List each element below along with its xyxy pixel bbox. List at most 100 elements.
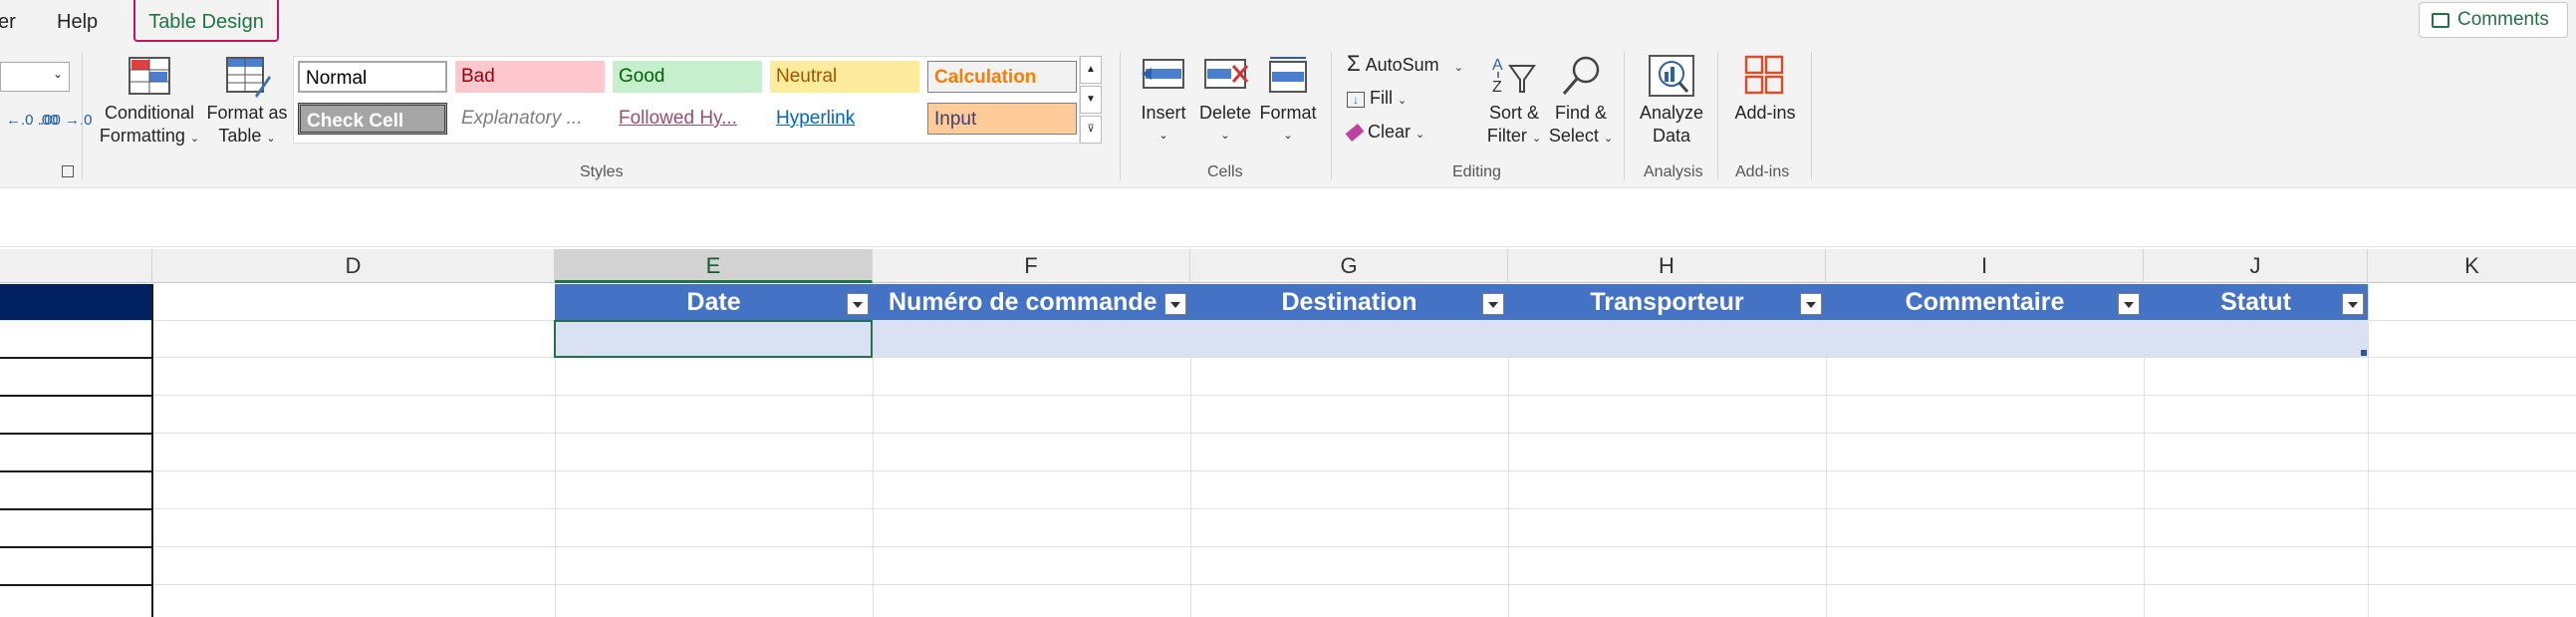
- editing-group-label: Editing: [1452, 163, 1501, 180]
- cells-group-label: Cells: [1207, 163, 1243, 180]
- filter-dropdown-icon[interactable]: [1800, 293, 1822, 315]
- divider: [1811, 52, 1812, 179]
- column-header-g[interactable]: G: [1190, 249, 1508, 283]
- fill-label: Fill: [1370, 88, 1394, 108]
- find-select-label-2: Select: [1548, 126, 1599, 146]
- gallery-more-icon[interactable]: ⊽: [1080, 116, 1102, 144]
- cell-border: [0, 508, 151, 510]
- comments-button[interactable]: Comments: [2419, 2, 2568, 38]
- addins-icon: [1744, 55, 1784, 95]
- table-header-label: Numéro de commande: [889, 288, 1158, 316]
- gallery-down-icon[interactable]: ▼: [1080, 86, 1102, 114]
- delete-button[interactable]: Delete ⌄: [1197, 52, 1253, 152]
- column-header-e[interactable]: E: [555, 249, 873, 283]
- sort-filter-icon: A Z: [1492, 57, 1536, 96]
- conditional-formatting-label-2: Formatting: [99, 126, 185, 146]
- comments-label: Comments: [2457, 9, 2549, 30]
- delete-label: Delete: [1198, 103, 1252, 123]
- chevron-down-icon: ⌄: [1453, 62, 1463, 74]
- decrease-decimal-button[interactable]: .00 →.0: [40, 112, 93, 129]
- worksheet-grid[interactable]: Date Numéro de commande Destination Tran…: [0, 284, 2576, 617]
- style-neutral[interactable]: Neutral: [770, 61, 919, 93]
- format-as-table-label-1: Format as: [206, 103, 288, 123]
- cell-styles-gallery: Normal Bad Good Neutral Calculation Chec…: [293, 56, 1080, 144]
- ribbon: er Help Table Design Comments ⌄ ←.0 .00 …: [0, 0, 2576, 187]
- chevron-down-icon: ⌄: [189, 133, 200, 145]
- partial-header-cell[interactable]: [0, 284, 151, 320]
- filter-dropdown-icon[interactable]: [1164, 293, 1186, 315]
- conditional-formatting-button[interactable]: Conditional Formatting ⌄: [98, 52, 201, 152]
- tab-partial[interactable]: er: [0, 0, 16, 44]
- table-header-statut[interactable]: Statut: [2144, 284, 2368, 320]
- addins-label: Add-ins: [1734, 103, 1796, 123]
- style-check-cell[interactable]: Check Cell: [298, 103, 447, 135]
- style-followed-hyperlink[interactable]: Followed Hy...: [613, 103, 762, 135]
- active-cell-e[interactable]: [554, 320, 873, 358]
- table-header-transporteur[interactable]: Transporteur: [1508, 284, 1826, 320]
- table-header-commentaire[interactable]: Commentaire: [1826, 284, 2144, 320]
- formula-bar[interactable]: [0, 187, 2576, 247]
- format-cells-icon: [1269, 57, 1307, 93]
- divider: [1331, 52, 1332, 179]
- chevron-down-icon: ⌄: [1531, 133, 1542, 145]
- search-icon: [1562, 56, 1600, 95]
- insert-cells-icon: [1142, 59, 1184, 89]
- column-header-h[interactable]: H: [1508, 249, 1826, 283]
- format-button[interactable]: Format ⌄: [1257, 52, 1319, 152]
- fill-button[interactable]: ↓ Fill ⌄: [1347, 84, 1407, 112]
- style-normal[interactable]: Normal: [298, 61, 447, 93]
- table-resize-handle[interactable]: [2361, 350, 2367, 356]
- column-header-f[interactable]: F: [873, 249, 1190, 283]
- chevron-down-icon: ⌄: [1416, 129, 1425, 141]
- table-header-label: Statut: [2220, 288, 2291, 316]
- filter-dropdown-icon[interactable]: [2342, 293, 2364, 315]
- column-headers: D E F G H I J K: [0, 249, 2576, 283]
- style-calculation[interactable]: Calculation: [927, 61, 1077, 93]
- table-header-destination[interactable]: Destination: [1190, 284, 1508, 320]
- style-explanatory[interactable]: Explanatory ...: [455, 103, 605, 135]
- chevron-down-icon: ⌄: [1603, 133, 1614, 145]
- analyze-data-button[interactable]: Analyze Data: [1634, 52, 1709, 152]
- chevron-down-icon: ⌄: [266, 133, 276, 145]
- tab-table-design[interactable]: Table Design: [133, 0, 279, 42]
- autosum-button[interactable]: Σ AutoSum ⌄: [1347, 50, 1463, 78]
- column-header-d[interactable]: D: [152, 249, 555, 283]
- analyze-data-icon: [1649, 55, 1694, 97]
- style-bad[interactable]: Bad: [455, 61, 605, 93]
- divider: [1624, 52, 1625, 179]
- column-header-i[interactable]: I: [1826, 249, 2144, 283]
- number-dialog-launcher-icon[interactable]: [62, 165, 74, 177]
- format-as-table-icon: [226, 57, 271, 98]
- style-good[interactable]: Good: [613, 61, 762, 93]
- table-header-numero-commande[interactable]: Numéro de commande: [873, 284, 1161, 320]
- filter-dropdown-icon[interactable]: [847, 293, 869, 315]
- table-header-date[interactable]: Date: [555, 284, 873, 320]
- clear-button[interactable]: Clear ⌄: [1345, 118, 1425, 146]
- divider: [1717, 52, 1718, 179]
- gallery-up-icon[interactable]: ▲: [1080, 56, 1102, 84]
- analysis-group-label: Analysis: [1644, 163, 1703, 180]
- delete-cells-icon: [1204, 59, 1249, 89]
- analyze-data-label-1: Analyze: [1639, 103, 1704, 123]
- column-header-k[interactable]: K: [2368, 249, 2576, 283]
- tab-help[interactable]: Help: [57, 0, 98, 44]
- insert-button[interactable]: Insert ⌄: [1136, 52, 1191, 152]
- clear-label: Clear: [1368, 122, 1412, 142]
- addins-button[interactable]: Add-ins: [1725, 52, 1805, 152]
- style-input[interactable]: Input: [927, 103, 1077, 135]
- sort-filter-button[interactable]: A Z Sort & Filter ⌄: [1482, 52, 1546, 152]
- format-as-table-button[interactable]: Format as Table ⌄: [203, 52, 291, 152]
- style-hyperlink[interactable]: Hyperlink: [770, 103, 919, 135]
- format-label: Format: [1259, 103, 1317, 123]
- chevron-down-icon: ⌄: [1283, 130, 1293, 142]
- find-select-button[interactable]: Find & Select ⌄: [1548, 52, 1614, 152]
- filter-dropdown-icon[interactable]: [2118, 293, 2140, 315]
- filter-dropdown-icon[interactable]: [1482, 293, 1504, 315]
- column-header-j[interactable]: J: [2144, 249, 2368, 283]
- table-header-row: Date Numéro de commande Destination Tran…: [555, 284, 2368, 320]
- column-header-partial[interactable]: [0, 249, 152, 283]
- number-format-dropdown[interactable]: ⌄: [0, 62, 70, 92]
- table-header-label: Transporteur: [1590, 288, 1744, 316]
- analyze-data-label-2: Data: [1652, 126, 1691, 146]
- table-header-label: Destination: [1281, 288, 1417, 316]
